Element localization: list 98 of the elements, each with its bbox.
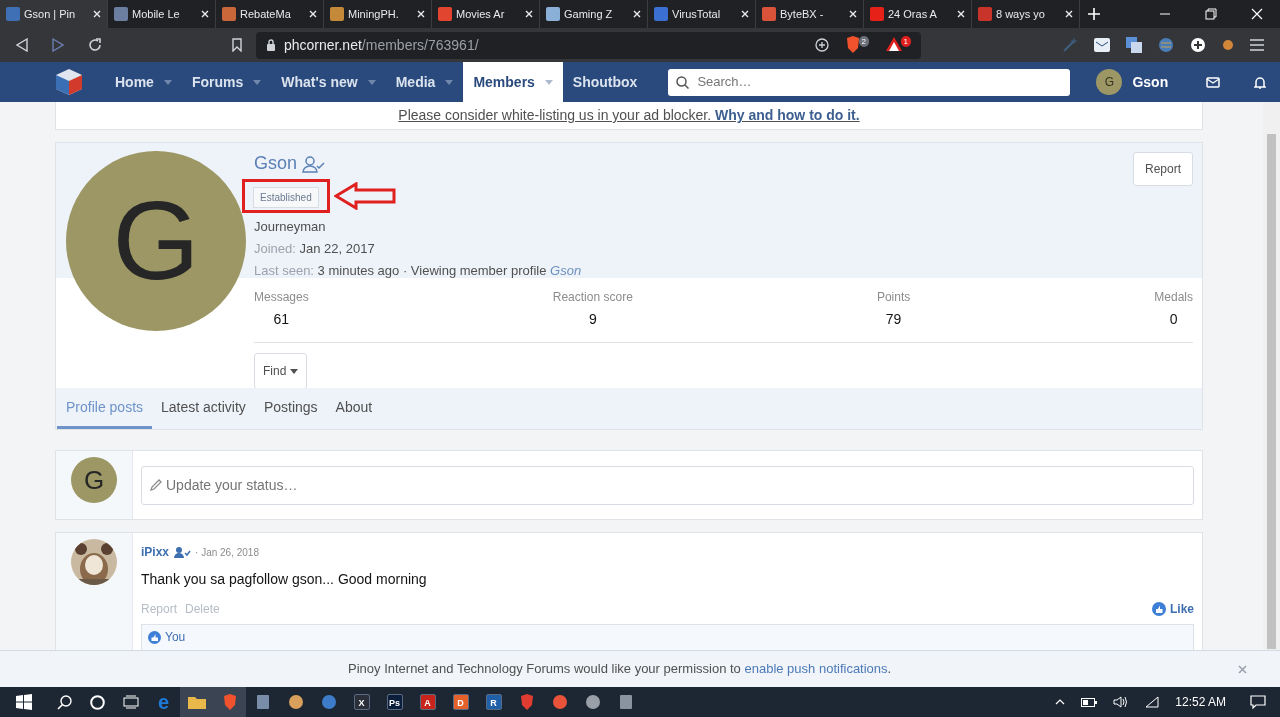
notification-icon[interactable] (1250, 695, 1266, 709)
url-text: phcorner.net/members/763961/ (284, 35, 479, 55)
app-tile-icon: A (419, 694, 436, 710)
status-field[interactable]: Update your status… (166, 474, 1185, 496)
push-link[interactable]: enable push notifications (744, 661, 888, 677)
caret-icon (163, 79, 172, 85)
globe-icon[interactable] (1158, 37, 1174, 53)
add-icon[interactable] (815, 38, 829, 52)
caret-icon (367, 79, 376, 85)
avatar[interactable]: G (1096, 69, 1123, 95)
user-title: Journeyman (254, 218, 327, 235)
taskbar-app[interactable]: X (345, 687, 378, 717)
plus-circle-icon[interactable] (1190, 37, 1206, 53)
push-text: Pinoy Internet and Technology Forums would like your permission to enable push notifications. (348, 660, 892, 679)
count-badge: 2 (858, 36, 869, 47)
profile-tab[interactable]: Latest activity (152, 388, 255, 429)
stat-label: Points (876, 289, 911, 306)
reload-icon[interactable] (88, 38, 102, 52)
post-date: · Jan 26, 2018 (195, 545, 259, 560)
taskbar-app[interactable] (180, 687, 213, 717)
reaction-user[interactable]: You (165, 628, 186, 646)
app-tile-icon: R (485, 694, 502, 710)
task-view-icon[interactable] (122, 695, 139, 709)
nav-tab[interactable]: Home (105, 62, 182, 102)
avatar[interactable]: G (71, 457, 117, 503)
app-tile-icon: Ps (386, 694, 403, 710)
scrollbar-thumb[interactable] (1267, 134, 1276, 649)
thumbs-up-icon (1152, 602, 1166, 616)
search-icon (676, 75, 690, 89)
status-box[interactable]: Update your status… (141, 465, 1194, 505)
caret-icon (253, 79, 262, 85)
post-message: Thank you sa pagfollow gson... Good morning (141, 570, 428, 589)
stat-value: 0 (1168, 310, 1179, 329)
mail-icon[interactable] (1094, 38, 1110, 52)
count-badge: 1 (900, 36, 911, 47)
user-check-icon (301, 154, 326, 173)
app-letter-icon: e (157, 692, 170, 712)
lion-shield-drawing (845, 36, 861, 54)
profile-tab[interactable]: Postings (254, 388, 327, 429)
triangle-icon[interactable]: 1 (885, 36, 911, 54)
stat-label: Medals (1154, 289, 1193, 306)
speaker-icon[interactable] (1113, 696, 1130, 708)
browser-tab[interactable]: Gson | Pin (0, 0, 108, 28)
user-badge: Established (253, 187, 319, 208)
caret-icon (290, 368, 299, 374)
nav-tab[interactable]: Members (463, 62, 563, 102)
stat-value: 79 (884, 310, 903, 329)
caret-icon (544, 79, 553, 85)
user-name[interactable]: Gson (1132, 71, 1169, 93)
find-button[interactable]: Find (254, 353, 308, 389)
last-seen-text: Last seen: 3 minutes ago · Viewing member profile Gson (254, 262, 583, 279)
taskbar-app[interactable]: A (411, 687, 444, 717)
bookmark-icon[interactable] (232, 38, 242, 52)
nav-tab[interactable]: What's new (271, 62, 386, 102)
cortana-icon[interactable] (90, 694, 105, 710)
stat-value: 61 (272, 310, 291, 329)
stat-label: Reaction score (552, 289, 633, 306)
stat-value: 9 (587, 310, 598, 329)
taskbar-app[interactable]: R (477, 687, 510, 717)
lock-icon (266, 39, 276, 51)
back-icon[interactable] (16, 38, 28, 52)
profile-tab[interactable]: About (326, 388, 382, 429)
shield-icon[interactable]: 2 (845, 36, 869, 54)
windows-logo-icon[interactable] (16, 694, 32, 710)
forward-icon[interactable] (52, 38, 64, 52)
author-link[interactable]: iPixx (141, 543, 170, 561)
caret-icon (445, 79, 454, 85)
taskbar-app[interactable] (213, 687, 246, 717)
joined-text: Joined: Jan 22, 2017 (254, 240, 376, 257)
chevron-up-icon[interactable] (1055, 699, 1066, 705)
cube-logo-icon[interactable] (55, 68, 83, 96)
battery-icon[interactable] (1081, 697, 1098, 707)
nav-tab[interactable]: Media (385, 62, 464, 102)
notice-text: Please consider white-listing us in your ad blocker. Why and how to do it. (398, 106, 860, 125)
menu-icon[interactable] (1250, 39, 1264, 51)
user-check-icon (173, 545, 192, 559)
app-tile-icon: X (353, 694, 370, 710)
clock-text[interactable]: 12:52 AM (1175, 693, 1226, 711)
search-field[interactable]: Search… (697, 72, 1058, 92)
mail-icon[interactable] (1206, 76, 1221, 88)
bell-icon[interactable] (1254, 75, 1267, 89)
triangle-drawing (885, 36, 903, 52)
report-button[interactable]: Report (1132, 152, 1193, 186)
member-name[interactable]: Gson (254, 150, 298, 177)
app-tile-icon: D (452, 694, 469, 710)
thumbs-up-icon (148, 630, 161, 644)
search-icon[interactable] (57, 694, 72, 710)
pencil-icon (150, 479, 162, 491)
annotation-arrow (333, 182, 396, 210)
new-tab-icon[interactable] (1088, 8, 1100, 20)
taskbar-app[interactable]: Ps (378, 687, 411, 717)
like-button[interactable]: Like (1152, 600, 1194, 618)
address-bar[interactable]: phcorner.net/members/763961/ 2 1 (256, 31, 921, 59)
search-box[interactable]: Search… (668, 68, 1071, 96)
nav-tab[interactable]: Forums (181, 62, 272, 102)
nav-tab[interactable]: Shoutbox (562, 62, 648, 102)
translate-icon[interactable] (1126, 37, 1142, 53)
stat-label: Messages (254, 289, 309, 306)
